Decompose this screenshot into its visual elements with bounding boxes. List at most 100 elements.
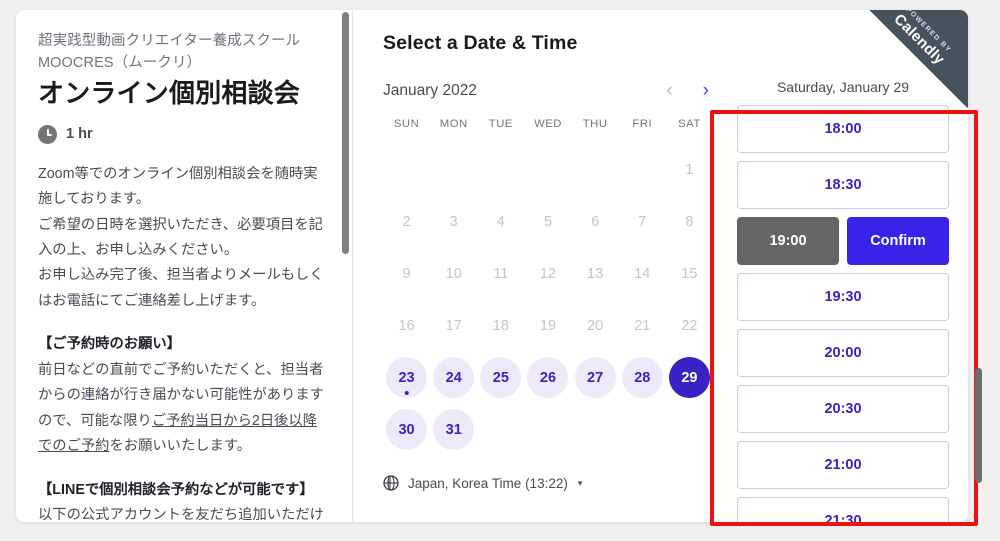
calendar-day-3: 3 <box>430 198 477 245</box>
calendar-day-11: 11 <box>477 250 524 297</box>
calendar-day-blank <box>383 146 430 193</box>
calendar-day-23[interactable]: 23 <box>383 354 430 401</box>
calendar-day-blank <box>572 146 619 193</box>
organization-name: 超実践型動画クリエイター養成スクール MOOCRES（ムークリ） <box>38 30 330 75</box>
note-body: 以下の公式アカウントを友だち追加いただければ、こちらからオンライン個別相談会 <box>38 503 330 522</box>
calendar-day-number: 15 <box>681 265 698 282</box>
event-description: Zoom等でのオンライン個別相談会を随時実施しております。 ご希望の日時を選択い… <box>38 165 324 309</box>
calendar-day-number: 25 <box>480 357 522 398</box>
timezone-selector[interactable]: Japan, Korea Time (13:22) ▾ <box>383 475 713 491</box>
calendar-day-number: 2 <box>402 213 411 230</box>
calendar-day-number: 4 <box>496 213 505 230</box>
weekday-label: THU <box>582 118 608 130</box>
page-scrollbar[interactable] <box>975 368 982 483</box>
chevron-right-icon[interactable]: › <box>703 81 709 100</box>
note-body-pre: 以下の公式アカウントを友だち追加いただければ、こちらからオンライン個別相談会 <box>38 506 324 522</box>
weekday-label: SUN <box>393 118 420 130</box>
calendar-day-number: 27 <box>574 357 616 398</box>
calendar-day-blank <box>430 146 477 193</box>
time-slot-1800[interactable]: 18:00 <box>737 105 949 153</box>
calendar-day-25[interactable]: 25 <box>477 354 524 401</box>
time-slot-1830[interactable]: 18:30 <box>737 161 949 209</box>
calendar-day-1: 1 <box>666 146 713 193</box>
time-slot-1930[interactable]: 19:30 <box>737 273 949 321</box>
calendar-day-31[interactable]: 31 <box>430 406 477 453</box>
calendar-day-30[interactable]: 30 <box>383 406 430 453</box>
calendar-day-number: 16 <box>398 317 415 334</box>
calendar-header: January 2022 ‹ › <box>383 81 713 100</box>
calendar-day-17: 17 <box>430 302 477 349</box>
calendar-day-7: 7 <box>619 198 666 245</box>
calendar-day-16: 16 <box>383 302 430 349</box>
note-heading: 【LINEで個別相談会予約などが可能です】 <box>38 481 314 498</box>
calendar-day-number: 1 <box>685 161 694 178</box>
calendar-day-9: 9 <box>383 250 430 297</box>
booking-card: 超実践型動画クリエイター養成スクール MOOCRES（ムークリ） オンライン個別… <box>16 10 968 522</box>
calendar-day-number: 17 <box>445 317 462 334</box>
calendar-day-number: 21 <box>634 317 651 334</box>
calendar-day-20: 20 <box>572 302 619 349</box>
calendar-day-14: 14 <box>619 250 666 297</box>
calendar-day-number: 7 <box>638 213 647 230</box>
time-slot-2030[interactable]: 20:30 <box>737 385 949 433</box>
calendar-day-24[interactable]: 24 <box>430 354 477 401</box>
calendar-day-27[interactable]: 27 <box>572 354 619 401</box>
calendar-day-number: 12 <box>539 265 557 282</box>
calendar-day-number: 13 <box>587 265 604 282</box>
time-slot-2000[interactable]: 20:00 <box>737 329 949 377</box>
time-slot-2100[interactable]: 21:00 <box>737 441 949 489</box>
calendar-day-number: 6 <box>591 213 600 230</box>
calendar-day-12: 12 <box>524 250 571 297</box>
weekday-label: FRI <box>632 118 653 130</box>
event-details-panel: 超実践型動画クリエイター養成スクール MOOCRES（ムークリ） オンライン個別… <box>16 10 353 522</box>
calendar-day-number: 14 <box>634 265 651 282</box>
calendar-day-number: 24 <box>433 357 475 398</box>
note-body-post: をお願いいたします。 <box>109 438 252 455</box>
time-slot-1900[interactable]: 19:00 <box>737 217 839 265</box>
calendar-day-number: 31 <box>433 409 475 450</box>
time-slots-list[interactable]: 18:00 18:30 19:00 Confirm 19:30 20:00 20:30 21:… <box>735 105 951 522</box>
weekday-label: TUE <box>488 118 513 130</box>
calendar-day-5: 5 <box>524 198 571 245</box>
weekday-header-row: SUN MON TUE WED THU FRI SAT <box>383 118 713 130</box>
calendar-day-29[interactable]: 29 <box>666 354 713 401</box>
calendar-day-6: 6 <box>572 198 619 245</box>
today-dot-icon <box>404 390 409 395</box>
selected-date-label: Saturday, January 29 <box>776 79 910 95</box>
calendar-day-number: 11 <box>493 265 509 282</box>
calendar-day-10: 10 <box>430 250 477 297</box>
calendar-day-number: 26 <box>527 357 569 398</box>
calendar: January 2022 ‹ › SUN MON TUE WED THU FRI SAT 1… <box>383 81 713 522</box>
calendar-day-2: 2 <box>383 198 430 245</box>
calendar-nav: ‹ › <box>666 81 709 100</box>
calendar-day-number: 5 <box>543 213 553 230</box>
organization-name-line2: MOOCRES（ムークリ） <box>38 55 202 72</box>
organization-name-line1: 超実践型動画クリエイター養成スクール <box>38 33 301 49</box>
chevron-left-icon[interactable]: ‹ <box>666 81 672 100</box>
calendar-day-number: 19 <box>539 317 557 334</box>
calendar-day-blank <box>619 146 666 193</box>
weekday-label: WED <box>534 118 562 130</box>
calendar-day-18: 18 <box>477 302 524 349</box>
section-title: Select a Date & Time <box>383 32 578 54</box>
calendar-day-number: 10 <box>445 265 462 282</box>
time-slot-2130[interactable]: 21:30 <box>737 497 949 522</box>
calendar-day-8: 8 <box>666 198 713 245</box>
confirm-button[interactable]: Confirm <box>847 217 949 265</box>
calendar-day-number: 18 <box>492 317 509 334</box>
calendar-day-13: 13 <box>572 250 619 297</box>
note-block-1: 【LINEで個別相談会予約などが可能です】 以下の公式アカウントを友だち追加いた… <box>38 478 330 522</box>
chevron-down-icon: ▾ <box>577 477 583 488</box>
note-body: 前日などの直前でご予約いただくと、担当者からの連絡が行き届かない可能性があります… <box>38 358 330 460</box>
duration-label: 1 hr <box>66 126 93 143</box>
calendar-day-26[interactable]: 26 <box>524 354 571 401</box>
page-title: オンライン個別相談会 <box>38 77 301 108</box>
calendar-day-22: 22 <box>666 302 713 349</box>
details-scrollbar[interactable] <box>342 12 349 254</box>
weekday-label: SAT <box>678 118 701 130</box>
calendar-day-number: 30 <box>386 409 428 450</box>
calendar-day-19: 19 <box>524 302 571 349</box>
calendar-day-28[interactable]: 28 <box>619 354 666 401</box>
calendar-and-slots: January 2022 ‹ › SUN MON TUE WED THU FRI SAT 1… <box>383 79 951 522</box>
calendar-day-15: 15 <box>666 250 713 297</box>
